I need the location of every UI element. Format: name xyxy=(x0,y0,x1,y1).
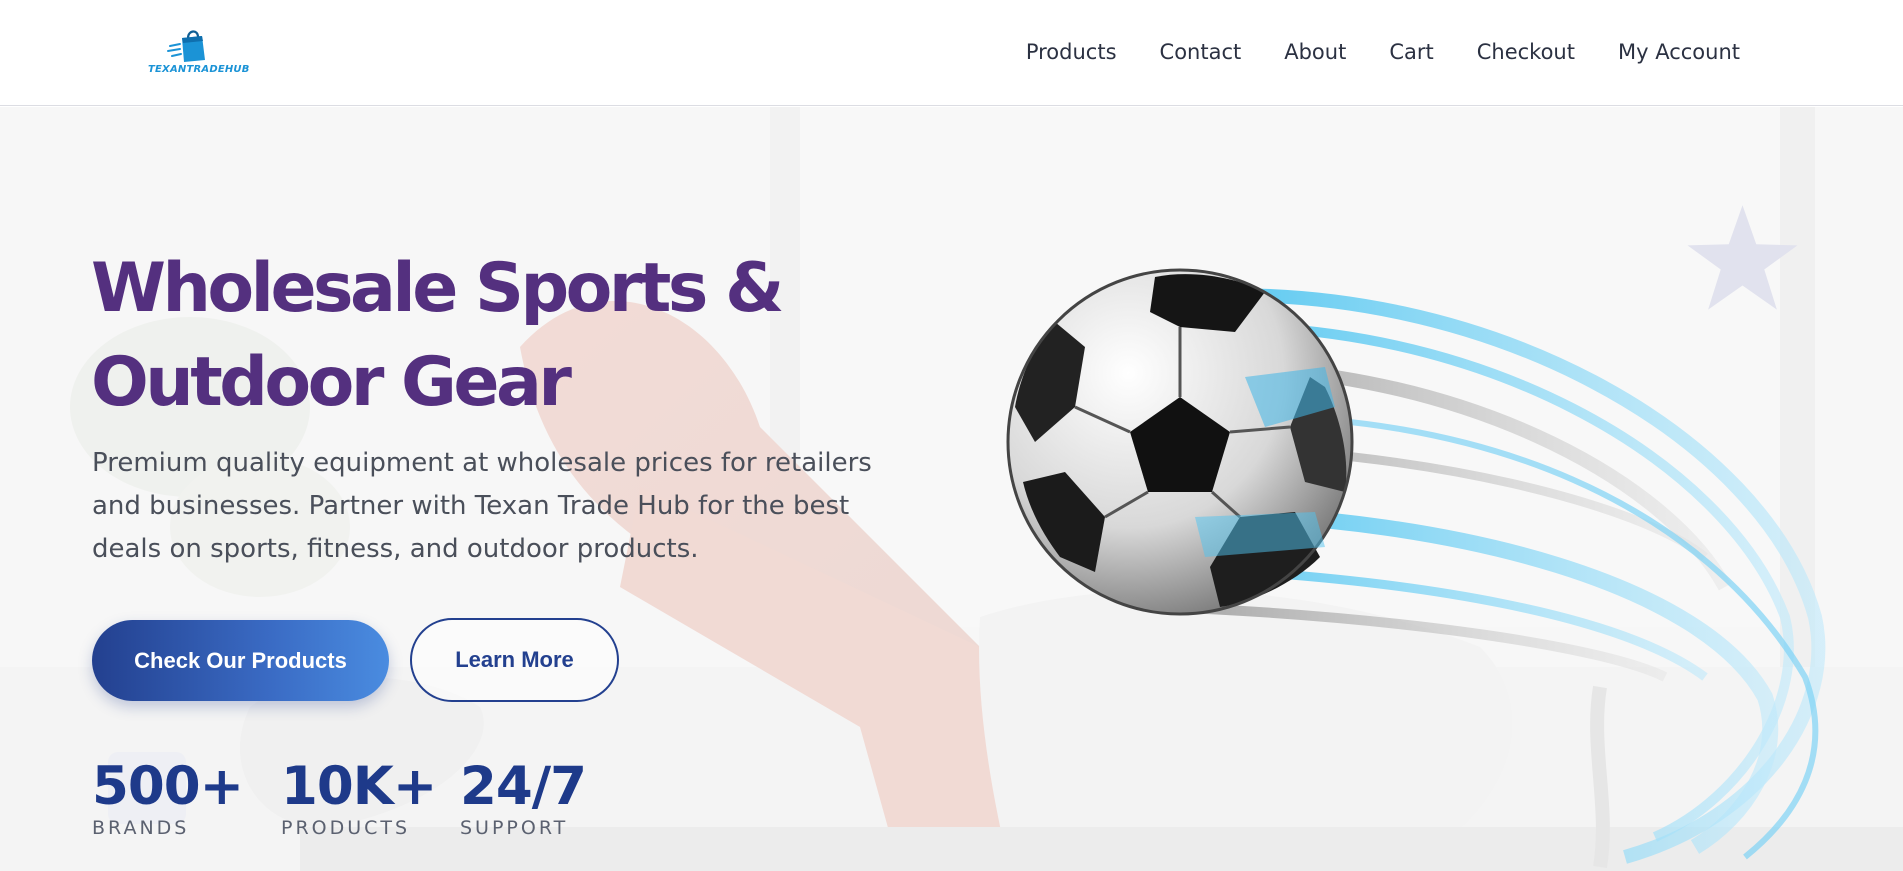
learn-more-button[interactable]: Learn More xyxy=(410,618,619,702)
stat-value: 500+ xyxy=(92,756,244,817)
hero-description: Premium quality equipment at wholesale p… xyxy=(92,448,872,564)
main-nav: Products Contact About Cart Checkout My … xyxy=(1026,38,1740,66)
nav-contact[interactable]: Contact xyxy=(1160,38,1242,66)
hero-title-line2: Outdoor Gear xyxy=(91,343,572,422)
stat-label: PRODUCTS xyxy=(281,817,411,839)
nav-about[interactable]: About xyxy=(1284,38,1346,66)
stat-value: 10K+ xyxy=(281,756,437,817)
nav-checkout[interactable]: Checkout xyxy=(1477,38,1575,66)
nav-my-account[interactable]: My Account xyxy=(1618,38,1740,66)
hero-section: Wholesale Sports & Outdoor Gear Premium … xyxy=(0,107,1903,871)
nav-products[interactable]: Products xyxy=(1026,38,1117,66)
stat-support: 24/7 SUPPORT xyxy=(460,756,587,840)
brand-name: TEXANTRADEHUB xyxy=(148,64,250,75)
check-products-button[interactable]: Check Our Products xyxy=(92,620,389,701)
stat-brands: 500+ BRANDS xyxy=(92,756,244,840)
hero-title: Wholesale Sports & Outdoor Gear xyxy=(91,242,811,430)
brand-logo[interactable]: TEXANTRADEHUB xyxy=(148,26,250,82)
hero-title-line1: Wholesale Sports & xyxy=(91,249,784,328)
stat-label: BRANDS xyxy=(92,817,190,839)
site-header: TEXANTRADEHUB Products Contact About Car… xyxy=(0,0,1903,106)
stat-value: 24/7 xyxy=(460,756,587,817)
stat-products: 10K+ PRODUCTS xyxy=(281,756,437,840)
soccer-ball-illustration xyxy=(1006,268,1826,864)
stat-label: SUPPORT xyxy=(460,817,569,839)
shopping-bag-icon xyxy=(167,30,205,62)
nav-cart[interactable]: Cart xyxy=(1389,38,1433,66)
